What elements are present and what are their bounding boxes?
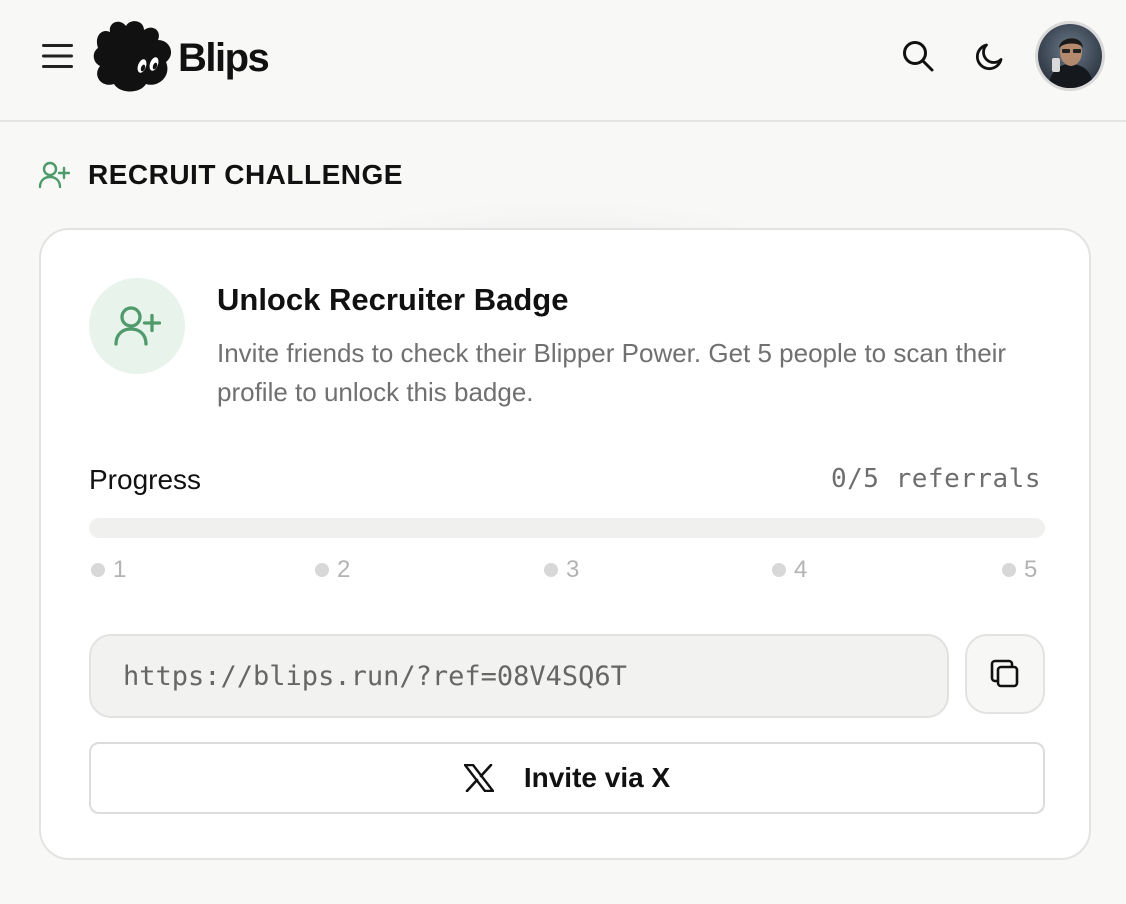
progress-label: Progress: [89, 464, 202, 495]
step-label: 1: [113, 556, 127, 583]
blips-logo[interactable]: Blips: [92, 18, 270, 94]
progress-step: 5: [1002, 556, 1037, 584]
top-header: Blips: [0, 0, 1126, 122]
progress-count: 0/5 referrals: [831, 464, 1041, 494]
step-label: 3: [566, 556, 580, 583]
progress-step: 3: [544, 556, 579, 584]
step-label: 2: [337, 556, 351, 583]
copy-link-button[interactable]: [965, 634, 1045, 714]
search-icon: [903, 41, 934, 72]
theme-toggle-button[interactable]: [970, 36, 1010, 76]
hamburger-icon: [42, 44, 73, 68]
user-avatar[interactable]: [1038, 24, 1102, 88]
x-logo-icon: [463, 764, 494, 792]
section-header: RECRUIT CHALLENGE: [38, 155, 403, 195]
referral-link-input[interactable]: [89, 634, 949, 718]
card-title: Unlock Recruiter Badge: [217, 282, 569, 317]
step-label: 5: [1024, 556, 1038, 583]
progress-step: 1: [91, 556, 126, 584]
progress-bar: [89, 518, 1045, 538]
logo-wordmark: Blips: [178, 35, 270, 80]
invite-button-label: Invite via X: [523, 762, 671, 793]
section-title: RECRUIT CHALLENGE: [88, 159, 403, 190]
progress-step: 4: [772, 556, 807, 584]
avatar-image: [1038, 24, 1102, 88]
user-plus-icon: [38, 161, 70, 189]
menu-button[interactable]: [40, 40, 76, 72]
recruit-challenge-card: Unlock Recruiter Badge Invite friends to…: [39, 228, 1091, 860]
blips-mascot-icon: [93, 21, 172, 92]
step-dot: [772, 563, 786, 577]
badge-icon-circle: [89, 278, 185, 374]
moon-icon: [975, 43, 1003, 71]
step-label: 4: [794, 556, 808, 583]
step-dot: [544, 563, 558, 577]
step-dot: [91, 563, 105, 577]
step-dot: [1002, 563, 1016, 577]
card-description: Invite friends to check their Blipper Po…: [217, 338, 1007, 407]
search-button[interactable]: [898, 36, 938, 76]
invite-via-x-button[interactable]: Invite via X: [89, 742, 1045, 814]
progress-step: 2: [315, 556, 350, 584]
step-dot: [315, 563, 329, 577]
copy-icon: [990, 659, 1019, 688]
user-plus-icon: [114, 306, 161, 346]
